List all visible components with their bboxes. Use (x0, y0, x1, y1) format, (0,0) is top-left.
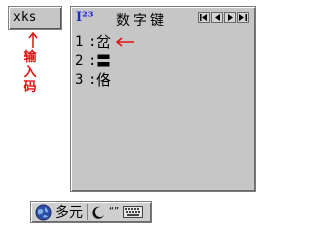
candidate-item[interactable]: 2: 〓 (75, 51, 135, 70)
next-page-icon (227, 14, 233, 21)
input-mode-label[interactable]: 多元 (53, 203, 85, 221)
candidate-title-bar: I²³ 数字键 (71, 7, 255, 29)
globe-icon (35, 204, 51, 220)
separator (87, 204, 88, 220)
page-nav-group (198, 12, 249, 23)
candidate-item[interactable]: 1:岔 (75, 32, 135, 51)
candidate-number: 3 (75, 71, 84, 88)
first-page-icon (200, 14, 207, 21)
half-full-width-button[interactable] (90, 203, 106, 221)
candidate-item[interactable]: 3:佫 (75, 70, 135, 89)
candidate-colon: : (88, 33, 97, 50)
candidate-char: 岔 (96, 33, 112, 51)
last-page-button[interactable] (237, 12, 249, 23)
ime-status-bar: 多元 “” (30, 201, 152, 223)
moon-icon (91, 206, 104, 219)
candidate-window: I²³ 数字键 1: 岔 2: 〓 3: 佫 (70, 6, 256, 192)
prev-page-button[interactable] (211, 12, 223, 23)
candidate-char: 佫 (96, 71, 112, 89)
soft-keyboard-button[interactable] (122, 203, 144, 221)
last-page-icon (239, 14, 247, 21)
candidate-colon: : (88, 71, 97, 88)
input-code-label: 输入码 (23, 50, 37, 95)
left-arrow-icon (115, 36, 135, 47)
candidate-number: 2 (75, 52, 84, 69)
prev-page-icon (214, 14, 220, 21)
candidate-window-title: 数字键 (116, 13, 167, 29)
candidate-number: 1 (75, 33, 84, 50)
candidate-char: 〓 (96, 52, 112, 70)
ime-globe-button[interactable] (33, 203, 53, 221)
candidate-list: 1:岔 2: 〓 3:佫 (75, 32, 135, 89)
punctuation-button[interactable]: “” (106, 203, 122, 221)
next-page-button[interactable] (224, 12, 236, 23)
candidate-colon: : (88, 52, 97, 69)
punctuation-icon: “” (108, 206, 120, 217)
up-arrow-icon (28, 31, 38, 48)
ime-logo: I²³ (76, 10, 94, 25)
keyboard-icon (123, 206, 143, 218)
input-code-text: xks (13, 10, 37, 25)
first-page-button[interactable] (198, 12, 210, 23)
input-code-box[interactable]: xks (8, 6, 62, 30)
